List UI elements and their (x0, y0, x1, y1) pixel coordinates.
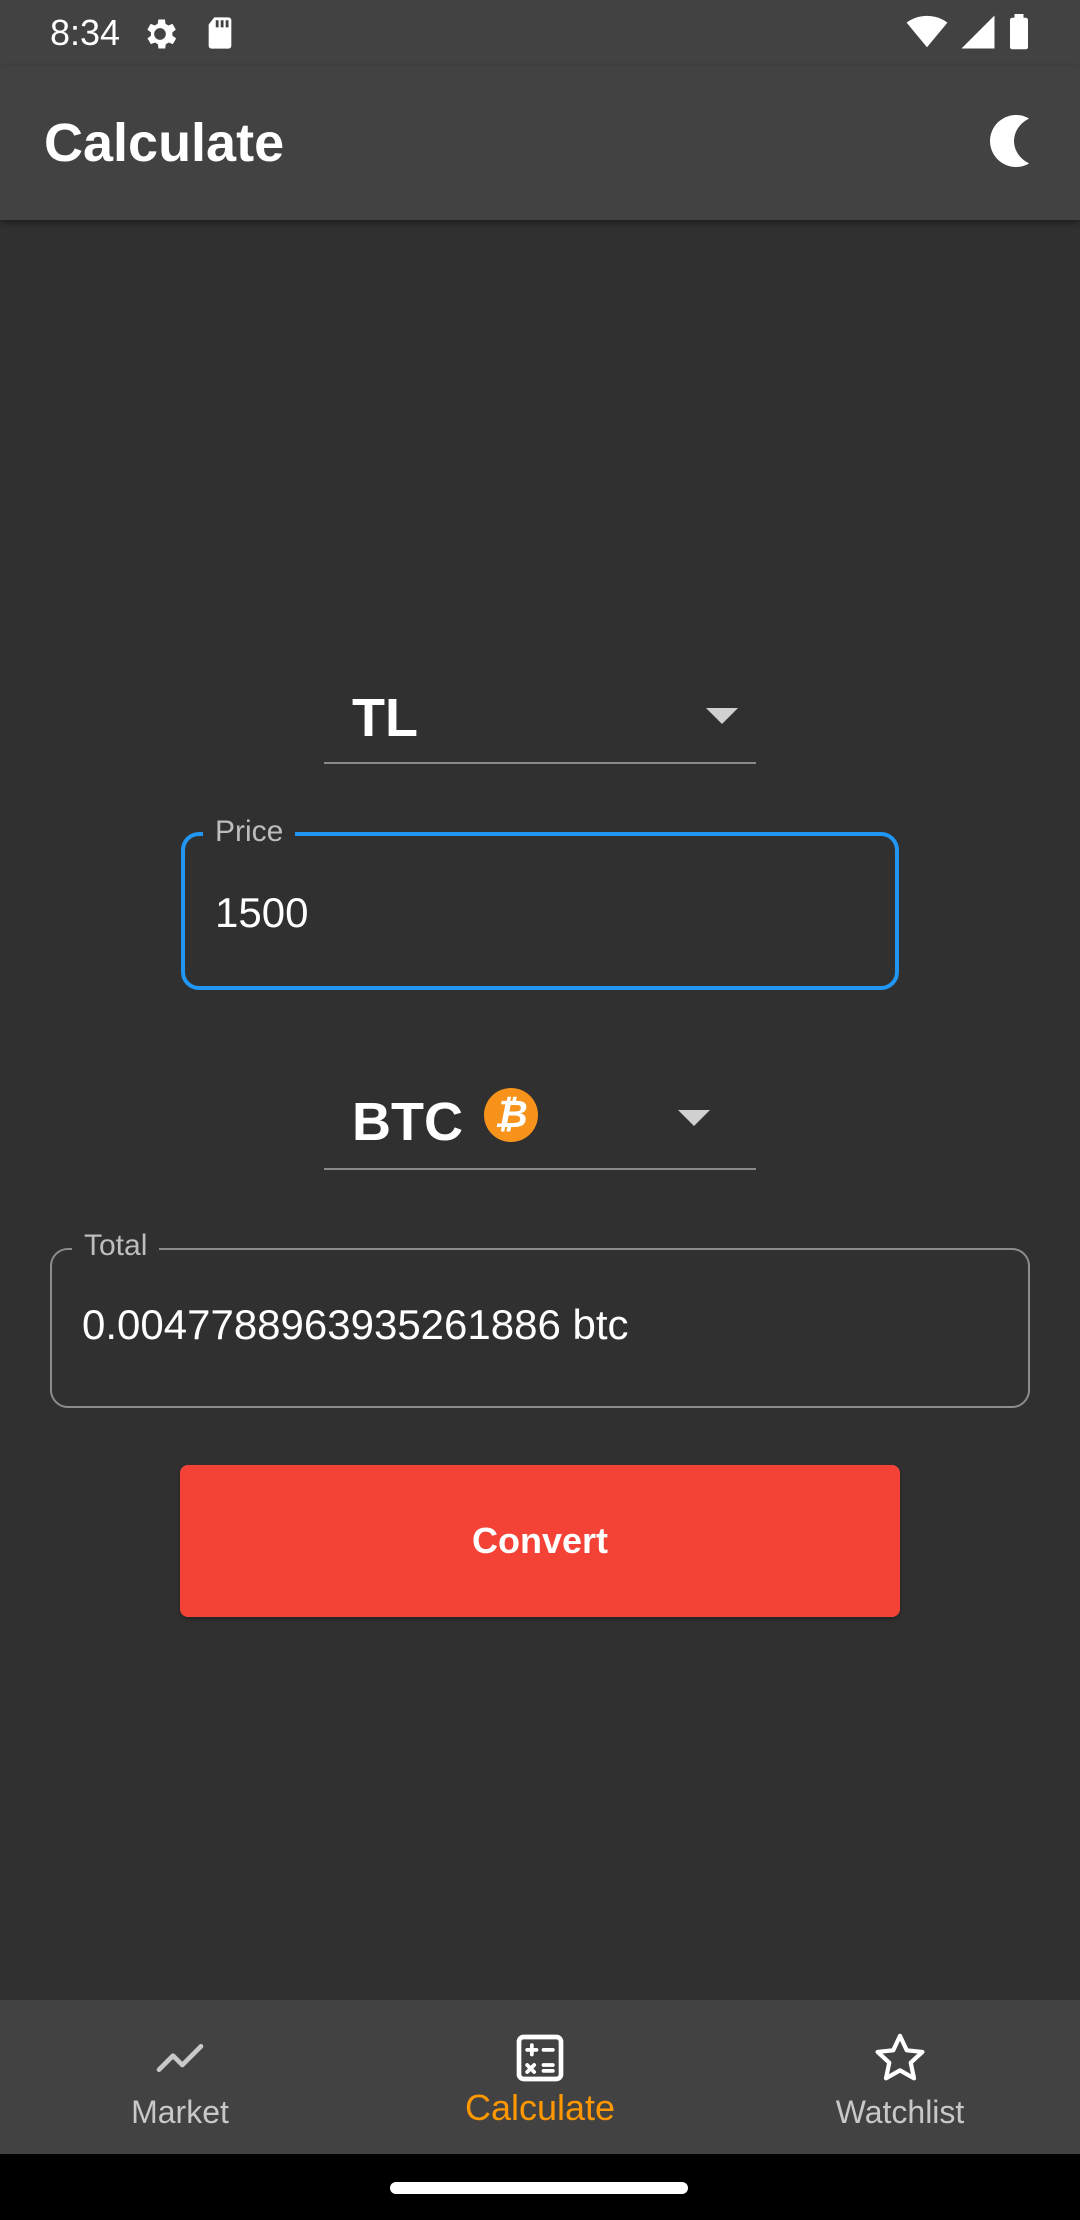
status-time: 8:34 (50, 12, 121, 53)
from-currency-label: TL (352, 688, 418, 748)
nav-label-watchlist: Watchlist (835, 2094, 965, 2130)
price-field[interactable]: Price 1500 (181, 814, 899, 990)
dropdown-arrow-icon (706, 708, 738, 724)
nav-label-calculate: Calculate (464, 2087, 616, 2128)
sd-card-icon (205, 16, 235, 50)
nav-item-calculate[interactable]: Calculate (360, 2000, 720, 2154)
dropdown-arrow-icon (678, 1110, 710, 1126)
total-value: 0.0047788963935261886 btc (82, 1301, 629, 1348)
to-currency-label: BTC (352, 1092, 463, 1152)
from-currency-dropdown[interactable]: TL (324, 668, 756, 764)
total-field[interactable]: Total 0.0047788963935261886 btc (50, 1228, 1030, 1408)
theme-toggle-button[interactable] (980, 111, 1044, 175)
price-input[interactable]: 1500 (215, 888, 308, 938)
nav-item-watchlist[interactable]: Watchlist (720, 2000, 1080, 2154)
cell-signal-icon (960, 14, 996, 55)
price-field-label: Price (203, 814, 296, 850)
trending-line-icon (152, 2030, 208, 2086)
bitcoin-icon: ₿ (484, 1088, 538, 1142)
wifi-icon (906, 15, 948, 54)
calculator-icon (512, 2030, 568, 2086)
nav-label-market: Market (131, 2094, 229, 2130)
moon-icon (986, 113, 1038, 174)
total-field-label: Total (72, 1228, 160, 1264)
status-right-icons (906, 13, 1030, 55)
nav-item-market[interactable]: Market (0, 2000, 360, 2154)
to-currency-dropdown[interactable]: BTC ₿ (324, 1072, 756, 1170)
page-title: Calculate (44, 113, 285, 173)
system-gesture-bar (0, 2154, 1080, 2220)
status-bar: 8:34 (0, 0, 1080, 66)
settings-gear-icon (140, 14, 180, 54)
star-outline-icon (872, 2030, 928, 2086)
convert-button[interactable]: Convert (180, 1465, 900, 1617)
app-bar: Calculate (0, 66, 1080, 220)
battery-icon (1008, 13, 1030, 55)
bottom-navigation: Market Calculate Watchlist (0, 2000, 1080, 2154)
home-gesture-handle[interactable] (390, 2182, 688, 2194)
